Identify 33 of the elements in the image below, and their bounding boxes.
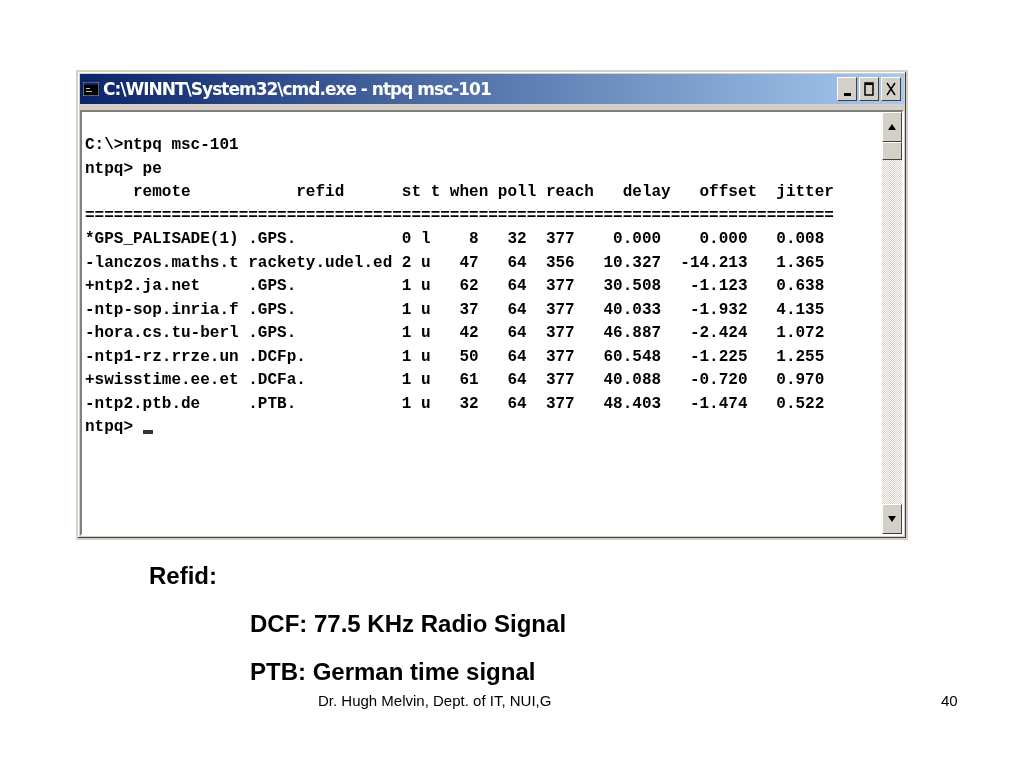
slide-point: DCF: 77.5 KHz Radio Signal xyxy=(250,610,568,638)
scroll-up-button[interactable] xyxy=(882,112,902,142)
slide-point: PTB: German time signal xyxy=(250,658,537,686)
console-line: *GPS_PALISADE(1) .GPS. 0 l 8 32 377 0.000 0.000 0.008 xyxy=(85,229,826,250)
page-number: 40 xyxy=(941,692,958,709)
scroll-down-button[interactable] xyxy=(882,504,902,534)
console-line: +ntp2.ja.net .GPS. 1 u 62 64 377 30.508 -1.123 0.638 xyxy=(85,276,826,297)
window-title: C:\WINNT\System32\cmd.exe - ntpq msc-101 xyxy=(103,79,491,99)
console-icon xyxy=(83,82,99,96)
console-line: +swisstime.ee.et .DCFa. 1 u 61 64 377 40.088 -0.720 0.970 xyxy=(85,370,826,391)
console-prompt: ntpq> xyxy=(85,417,133,438)
down-arrow-icon xyxy=(888,516,896,522)
scroll-thumb[interactable] xyxy=(882,142,902,160)
console-line: -ntp2.ptb.de .PTB. 1 u 32 64 377 48.403 -1.474 0.522 xyxy=(85,393,826,415)
console-line: ntpq> pe xyxy=(85,158,163,180)
slide-heading: Refid: xyxy=(149,562,218,590)
minimize-icon xyxy=(843,92,851,96)
up-arrow-icon xyxy=(888,124,896,130)
console-line: remote refid st t when poll reach delay offset jitter xyxy=(132,182,835,203)
close-button[interactable] xyxy=(881,77,901,101)
console-line: -hora.cs.tu-berl .GPS. 1 u 42 64 377 46.887 -2.424 1.072 xyxy=(85,323,826,344)
minimize-button[interactable] xyxy=(837,77,857,101)
console-line: C:\>ntpq msc-101 xyxy=(85,135,240,156)
console-line: -ntp-sop.inria.f .GPS. 1 u 37 64 377 40.033 -1.932 4.135 xyxy=(85,299,826,321)
console-line: -ntp1-rz.rrze.un .DCFp. 1 u 50 64 377 60.548 -1.225 1.255 xyxy=(85,346,826,368)
close-icon xyxy=(886,82,896,96)
scrollbar[interactable] xyxy=(882,112,902,534)
cursor-icon xyxy=(143,429,153,434)
maximize-button[interactable] xyxy=(859,77,879,101)
maximize-icon xyxy=(864,82,874,96)
console-line: -lanczos.maths.t rackety.udel.ed 2 u 47 64 356 10.327 -14.213 1.365 xyxy=(85,252,826,274)
slide-footer: Dr. Hugh Melvin, Dept. of IT, NUI,G xyxy=(318,692,552,709)
console-line: ============================================================================== xyxy=(85,205,835,227)
